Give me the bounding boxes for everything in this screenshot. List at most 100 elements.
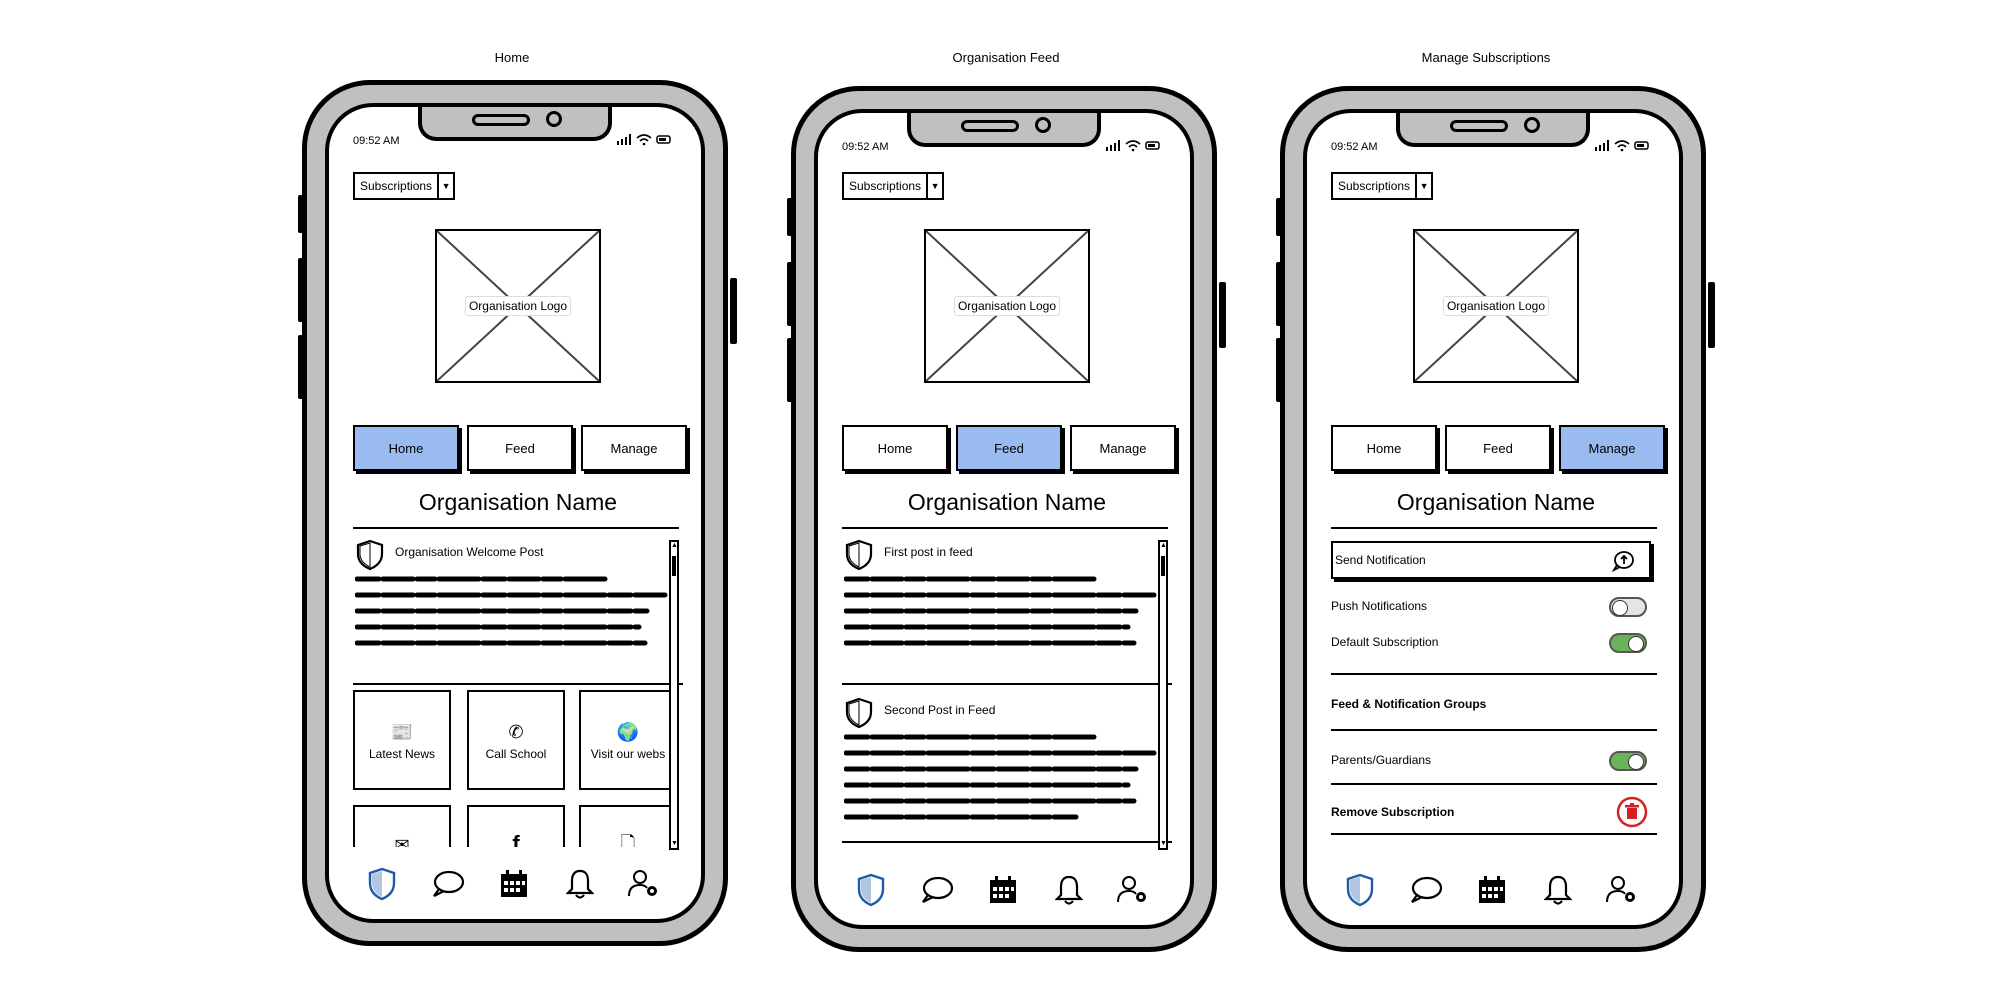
tab-home[interactable]: Home — [842, 425, 948, 471]
divider — [353, 527, 679, 529]
send-notification-label: Send Notification — [1335, 553, 1426, 567]
shield-icon — [356, 539, 384, 571]
tile-call-school[interactable]: ✆ Call School — [467, 690, 565, 790]
shield-icon — [857, 873, 885, 907]
phone-side-button — [1708, 282, 1715, 348]
tile-facebook[interactable]: f — [467, 805, 565, 847]
phone-display: 09:52 AM Subscriptions ▼ Organisation Lo… — [814, 109, 1194, 929]
feed-post[interactable]: First post in feed — [842, 539, 1172, 669]
nav-notifications[interactable] — [1539, 871, 1577, 909]
shield-icon — [1346, 873, 1374, 907]
chevron-down-icon[interactable]: ▼ — [926, 174, 942, 198]
nav-user-settings[interactable] — [1603, 871, 1641, 909]
feed-content-scroll[interactable]: First post in feed Second Post in Feed — [842, 537, 1172, 847]
nav-notifications[interactable] — [561, 865, 599, 903]
tab-manage[interactable]: Manage — [1559, 425, 1665, 471]
feed-post[interactable]: Second Post in Feed — [842, 697, 1172, 837]
dropdown-label: Subscriptions — [1338, 179, 1411, 193]
user-settings-icon — [1606, 876, 1635, 903]
organisation-name: Organisation Name — [418, 489, 618, 515]
calendar-icon — [990, 876, 1016, 903]
send-notification-button[interactable]: Send Notification — [1331, 541, 1651, 579]
phone-icon: ✆ — [508, 722, 524, 742]
tab-feed[interactable]: Feed — [467, 425, 573, 471]
tab-bar: Home Feed Manage — [842, 425, 1182, 475]
remove-subscription-label: Remove Subscription — [1331, 805, 1455, 819]
nav-shield[interactable] — [363, 865, 401, 903]
home-content-scroll[interactable]: Organisation Welcome Post 📰 Latest News … — [353, 537, 683, 847]
organisation-name: Organisation Name — [1396, 489, 1596, 515]
tab-bar: Home Feed Manage — [353, 425, 693, 475]
welcome-post[interactable]: Organisation Welcome Post — [353, 539, 683, 669]
phone-notch — [1396, 113, 1590, 147]
remove-subscription-row[interactable]: Remove Subscription — [1331, 805, 1661, 819]
phone-display: 09:52 AM Subscriptions ▼ Organisation Lo… — [325, 103, 705, 923]
bell-icon — [1055, 875, 1083, 905]
upload-chat-icon — [1611, 551, 1634, 572]
logo-label: Organisation Logo — [464, 296, 572, 316]
tab-manage[interactable]: Manage — [581, 425, 687, 471]
nav-notifications[interactable] — [1050, 871, 1088, 909]
tile-document[interactable]: 🗋 — [579, 805, 677, 847]
phone-side-button — [730, 278, 737, 344]
nav-user-settings[interactable] — [1114, 871, 1152, 909]
default-subscription-toggle[interactable] — [1609, 633, 1647, 653]
trash-icon[interactable] — [1615, 795, 1649, 829]
tile-label: Visit our webs — [590, 747, 666, 761]
dropdown-label: Subscriptions — [360, 179, 433, 193]
subscriptions-dropdown[interactable]: Subscriptions ▼ — [353, 172, 456, 200]
scrollbar[interactable]: ▲ ▼ — [669, 540, 679, 850]
nav-calendar[interactable] — [1473, 871, 1511, 909]
tab-feed[interactable]: Feed — [956, 425, 1062, 471]
default-subscription-label: Default Subscription — [1331, 635, 1439, 649]
post-title: Organisation Welcome Post — [395, 545, 544, 559]
nav-chat[interactable] — [918, 871, 956, 909]
post-text-scribble — [355, 576, 670, 646]
chat-icon — [1411, 876, 1443, 903]
divider — [1331, 729, 1657, 731]
nav-chat[interactable] — [429, 865, 467, 903]
calendar-icon — [1479, 876, 1505, 903]
tile-latest-news[interactable]: 📰 Latest News — [353, 690, 451, 790]
tile-visit-website[interactable]: 🌍 Visit our webs — [579, 690, 677, 790]
status-icons — [1106, 140, 1160, 152]
status-time: 09:52 AM — [1331, 141, 1378, 153]
shield-icon — [845, 539, 873, 571]
screen-title-feed: Organisation Feed — [952, 50, 1060, 65]
chevron-down-icon[interactable]: ▼ — [1415, 174, 1431, 198]
post-title: First post in feed — [884, 545, 973, 559]
nav-calendar[interactable] — [984, 871, 1022, 909]
push-notifications-toggle[interactable] — [1609, 597, 1647, 617]
tab-home[interactable]: Home — [1331, 425, 1437, 471]
divider — [842, 527, 1168, 529]
chevron-down-icon[interactable]: ▼ — [437, 174, 453, 198]
envelope-icon: ✉ — [394, 835, 410, 847]
bottom-nav — [363, 865, 667, 905]
nav-shield[interactable] — [852, 871, 890, 909]
subscriptions-dropdown[interactable]: Subscriptions ▼ — [842, 172, 945, 200]
screen-title-home: Home — [494, 50, 530, 65]
tab-manage[interactable]: Manage — [1070, 425, 1176, 471]
divider — [1331, 527, 1657, 529]
nav-chat[interactable] — [1407, 871, 1445, 909]
divider — [1331, 833, 1657, 835]
nav-user-settings[interactable] — [625, 865, 663, 903]
shield-icon — [845, 697, 873, 729]
status-icons — [617, 134, 671, 146]
phone-notch — [418, 107, 612, 141]
parents-guardians-toggle[interactable] — [1609, 751, 1647, 771]
shield-icon — [368, 867, 396, 901]
tile-email[interactable]: ✉ — [353, 805, 451, 847]
phone-frame-home: 09:52 AM Subscriptions ▼ Organisation Lo… — [302, 80, 728, 946]
subscriptions-dropdown[interactable]: Subscriptions ▼ — [1331, 172, 1434, 200]
chat-icon — [433, 870, 465, 897]
screen-title-manage: Manage Subscriptions — [1421, 50, 1551, 65]
organisation-name: Organisation Name — [907, 489, 1107, 515]
nav-calendar[interactable] — [495, 865, 533, 903]
tile-label: Latest News — [368, 747, 436, 761]
tab-feed[interactable]: Feed — [1445, 425, 1551, 471]
tab-home[interactable]: Home — [353, 425, 459, 471]
phone-display: 09:52 AM Subscriptions ▼ Organisation Lo… — [1303, 109, 1683, 929]
nav-shield[interactable] — [1341, 871, 1379, 909]
scrollbar[interactable]: ▲ ▼ — [1158, 540, 1168, 850]
